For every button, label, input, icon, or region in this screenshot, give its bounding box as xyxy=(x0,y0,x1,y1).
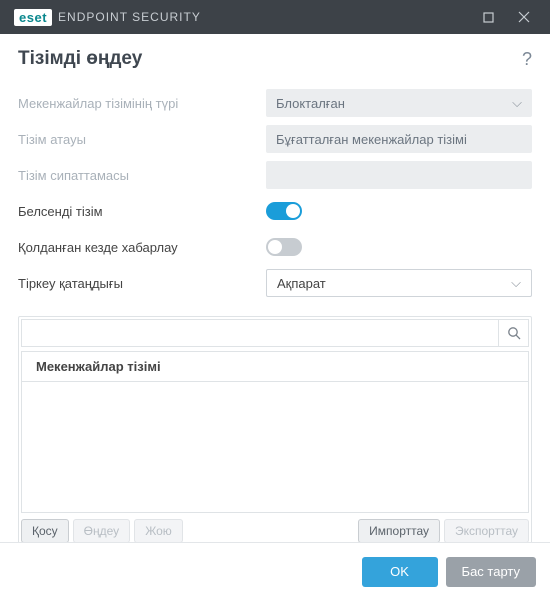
footer: OK Бас тарту xyxy=(0,542,550,600)
list-description-label: Тізім сипаттамасы xyxy=(18,168,266,183)
titlebar: eset ENDPOINT SECURITY xyxy=(0,0,550,34)
search-input[interactable] xyxy=(22,320,498,346)
log-severity-value: Ақпарат xyxy=(277,276,326,291)
address-list-section: Мекенжайлар тізімі Қосу Өңдеу Жою Импорт… xyxy=(18,316,532,550)
log-severity-label: Тіркеу қатаңдығы xyxy=(18,276,266,291)
search-button[interactable] xyxy=(498,320,528,346)
brand-product: ENDPOINT SECURITY xyxy=(58,10,201,24)
address-list-type-label: Мекенжайлар тізімінің түрі xyxy=(18,96,266,111)
address-list-type-select[interactable]: Блокталған ⌵ xyxy=(266,89,532,117)
window-maximize-button[interactable] xyxy=(470,0,506,34)
page-title: Тізімді өңдеу xyxy=(18,48,142,70)
ok-button[interactable]: OK xyxy=(362,557,438,587)
notify-toggle[interactable] xyxy=(266,238,302,256)
list-name-value: Бұғатталған мекенжайлар тізімі xyxy=(276,132,467,147)
chevron-down-icon: ⌵ xyxy=(511,275,521,291)
active-list-toggle[interactable] xyxy=(266,202,302,220)
list-name-input[interactable]: Бұғатталған мекенжайлар тізімі xyxy=(266,125,532,153)
list-description-input[interactable] xyxy=(266,161,532,189)
list-name-label: Тізім атауы xyxy=(18,132,266,147)
cancel-button[interactable]: Бас тарту xyxy=(446,557,536,587)
edit-button: Өңдеу xyxy=(73,519,131,543)
brand: eset ENDPOINT SECURITY xyxy=(14,9,201,26)
brand-logo: eset xyxy=(14,9,52,26)
chevron-down-icon: ⌵ xyxy=(512,95,522,111)
log-severity-select[interactable]: Ақпарат ⌵ xyxy=(266,269,532,297)
add-button[interactable]: Қосу xyxy=(21,519,69,543)
export-button: Экспорттау xyxy=(444,519,529,543)
import-button[interactable]: Импорттау xyxy=(358,519,440,543)
notify-label: Қолданған кезде хабарлау xyxy=(18,240,266,255)
active-list-label: Белсенді тізім xyxy=(18,204,266,219)
search-icon xyxy=(507,326,521,340)
list-column-header: Мекенжайлар тізімі xyxy=(21,351,529,381)
address-list-type-value: Блокталған xyxy=(276,96,345,111)
list-body[interactable] xyxy=(21,381,529,513)
delete-button: Жою xyxy=(134,519,183,543)
window-close-button[interactable] xyxy=(506,0,542,34)
help-icon[interactable]: ? xyxy=(522,49,532,70)
